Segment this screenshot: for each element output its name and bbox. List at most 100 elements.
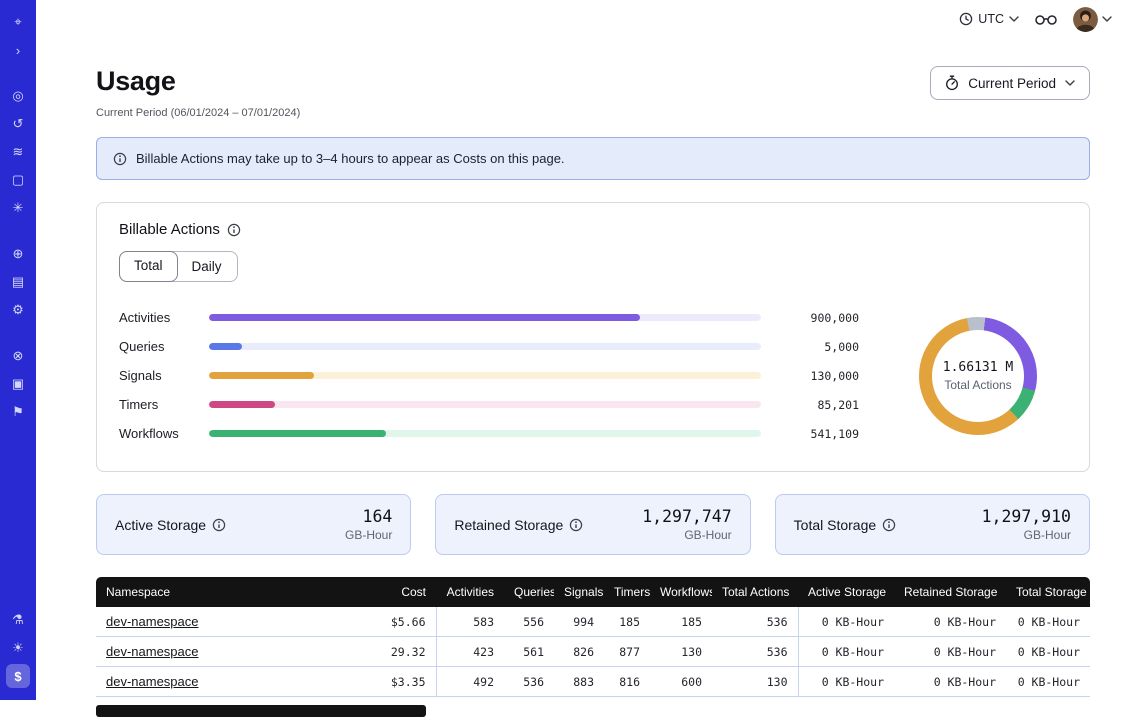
column-header: Signals — [554, 577, 604, 607]
integrations-icon[interactable]: ⚑ — [6, 400, 30, 424]
namespace-link[interactable]: dev-namespace — [106, 614, 199, 629]
theme-icon[interactable]: ☀ — [6, 636, 30, 660]
namespace-cell: dev-namespace — [96, 667, 344, 697]
period-selector-button[interactable]: Current Period — [930, 66, 1090, 100]
chevron-down-icon — [1065, 80, 1075, 86]
donut-total-label: Total Actions — [944, 378, 1011, 392]
bar-value: 541,109 — [775, 427, 859, 441]
namespaces-icon[interactable]: ⊕ — [6, 242, 30, 266]
sidebar-bottom: ⚗ ☀ $ — [6, 606, 30, 700]
bar-fill — [209, 314, 640, 321]
cell: 0 KB-Hour — [798, 637, 894, 667]
cell: 0 KB-Hour — [894, 667, 1006, 697]
namespace-link[interactable]: dev-namespace — [106, 644, 199, 659]
collapse-chevron-icon[interactable]: › — [6, 38, 30, 62]
docs-icon[interactable]: ▣ — [6, 372, 30, 396]
cell: 0 KB-Hour — [798, 607, 894, 637]
cell: 994 — [554, 607, 604, 637]
nexus-icon[interactable]: ✳ — [6, 196, 30, 220]
bar-rows: Activities 900,000 Queries 5,000 Signals 130,… — [119, 296, 859, 455]
workflows-icon[interactable]: ◎ — [6, 84, 30, 108]
column-header: Workflows — [650, 577, 712, 607]
info-banner: Billable Actions may take up to 3–4 hour… — [96, 137, 1090, 180]
glasses-icon — [1035, 13, 1057, 25]
info-icon[interactable] — [882, 518, 896, 532]
stat-value: 164 — [345, 507, 392, 526]
cell: 536 — [504, 667, 554, 697]
bar-track — [209, 314, 761, 321]
column-header: Activities — [436, 577, 504, 607]
cell: 0 KB-Hour — [1006, 607, 1090, 637]
billing-icon[interactable]: ▤ — [6, 270, 30, 294]
banner-text: Billable Actions may take up to 3–4 hour… — [136, 151, 565, 166]
info-icon[interactable] — [227, 223, 241, 237]
logo-icon[interactable]: ⌖ — [6, 10, 30, 34]
stat-unit: GB-Hour — [982, 528, 1071, 542]
bar-fill — [209, 401, 275, 408]
usage-icon[interactable]: $ — [6, 664, 30, 688]
settings-icon[interactable]: ⚙ — [6, 298, 30, 322]
column-header: Total Actions — [712, 577, 798, 607]
support-icon[interactable]: ⊗ — [6, 344, 30, 368]
stat-label: Retained Storage — [454, 517, 583, 533]
stat-card: Retained Storage 1,297,747 GB-Hour — [435, 494, 750, 555]
donut-chart: 1.66131 M Total Actions — [889, 317, 1067, 435]
billable-tabs: TotalDaily — [119, 251, 238, 282]
tab-total[interactable]: Total — [119, 251, 178, 282]
page-title: Usage — [96, 66, 176, 97]
bar-row: Activities 900,000 — [119, 310, 859, 325]
donut-total-value: 1.66131 M — [943, 360, 1013, 375]
cell: 561 — [504, 637, 554, 667]
billable-chart-area: Activities 900,000 Queries 5,000 Signals 130,… — [119, 296, 1067, 455]
namespace-link[interactable]: dev-namespace — [106, 674, 199, 689]
bar-label: Signals — [119, 368, 195, 383]
chevron-down-icon — [1009, 16, 1019, 22]
bar-value: 130,000 — [775, 369, 859, 383]
namespace-cell: dev-namespace — [96, 637, 344, 667]
timezone-selector[interactable]: UTC — [959, 12, 1019, 26]
cell: $3.35 — [344, 667, 436, 697]
billable-actions-card: Billable Actions TotalDaily Activities 90… — [96, 202, 1090, 472]
donut-center: 1.66131 M Total Actions — [932, 330, 1024, 422]
bar-value: 900,000 — [775, 311, 859, 325]
stat-label: Total Storage — [794, 517, 897, 533]
billable-card-title: Billable Actions — [119, 221, 1067, 238]
bar-label: Activities — [119, 310, 195, 325]
info-icon[interactable] — [212, 518, 226, 532]
cell: 185 — [650, 607, 712, 637]
cell: 130 — [650, 637, 712, 667]
cell: 130 — [712, 667, 798, 697]
cell: 423 — [436, 637, 504, 667]
account-menu[interactable] — [1073, 7, 1112, 32]
stat-card: Active Storage 164 GB-Hour — [96, 494, 411, 555]
table-row: dev-namespace$3.354925368838166001300 KB… — [96, 667, 1090, 697]
table-row: dev-namespace29.324235618268771305360 KB… — [96, 637, 1090, 667]
stat-unit: GB-Hour — [642, 528, 731, 542]
tab-daily[interactable]: Daily — [177, 252, 237, 281]
cell: 583 — [436, 607, 504, 637]
stat-unit: GB-Hour — [345, 528, 392, 542]
labs-icon[interactable]: ⚗ — [6, 608, 30, 632]
bar-track — [209, 430, 761, 437]
history-icon[interactable]: ↺ — [6, 112, 30, 136]
stat-value: 1,297,747 — [642, 507, 731, 526]
column-header: Cost — [344, 577, 436, 607]
cell: 556 — [504, 607, 554, 637]
cell: 0 KB-Hour — [1006, 637, 1090, 667]
bar-label: Queries — [119, 339, 195, 354]
bar-value: 5,000 — [775, 340, 859, 354]
schedules-icon[interactable]: ≋ — [6, 140, 30, 164]
cell: 600 — [650, 667, 712, 697]
deployments-icon[interactable]: ▢ — [6, 168, 30, 192]
avatar — [1073, 7, 1098, 32]
timezone-label: UTC — [978, 12, 1004, 26]
column-header: Namespace — [96, 577, 344, 607]
info-icon[interactable] — [569, 518, 583, 532]
sidebar: ⌖ › ◎ ↺ ≋ ▢ ✳ ⊕ ▤ ⚙ ⊗ ▣ ⚑ ⚗ ☀ $ — [0, 0, 36, 700]
stat-label: Active Storage — [115, 517, 226, 533]
column-header: Queries — [504, 577, 554, 607]
feedback-button[interactable] — [1035, 13, 1057, 25]
period-subtitle: Current Period (06/01/2024 – 07/01/2024) — [96, 107, 1090, 119]
bar-track — [209, 401, 761, 408]
chevron-down-icon — [1102, 16, 1112, 22]
